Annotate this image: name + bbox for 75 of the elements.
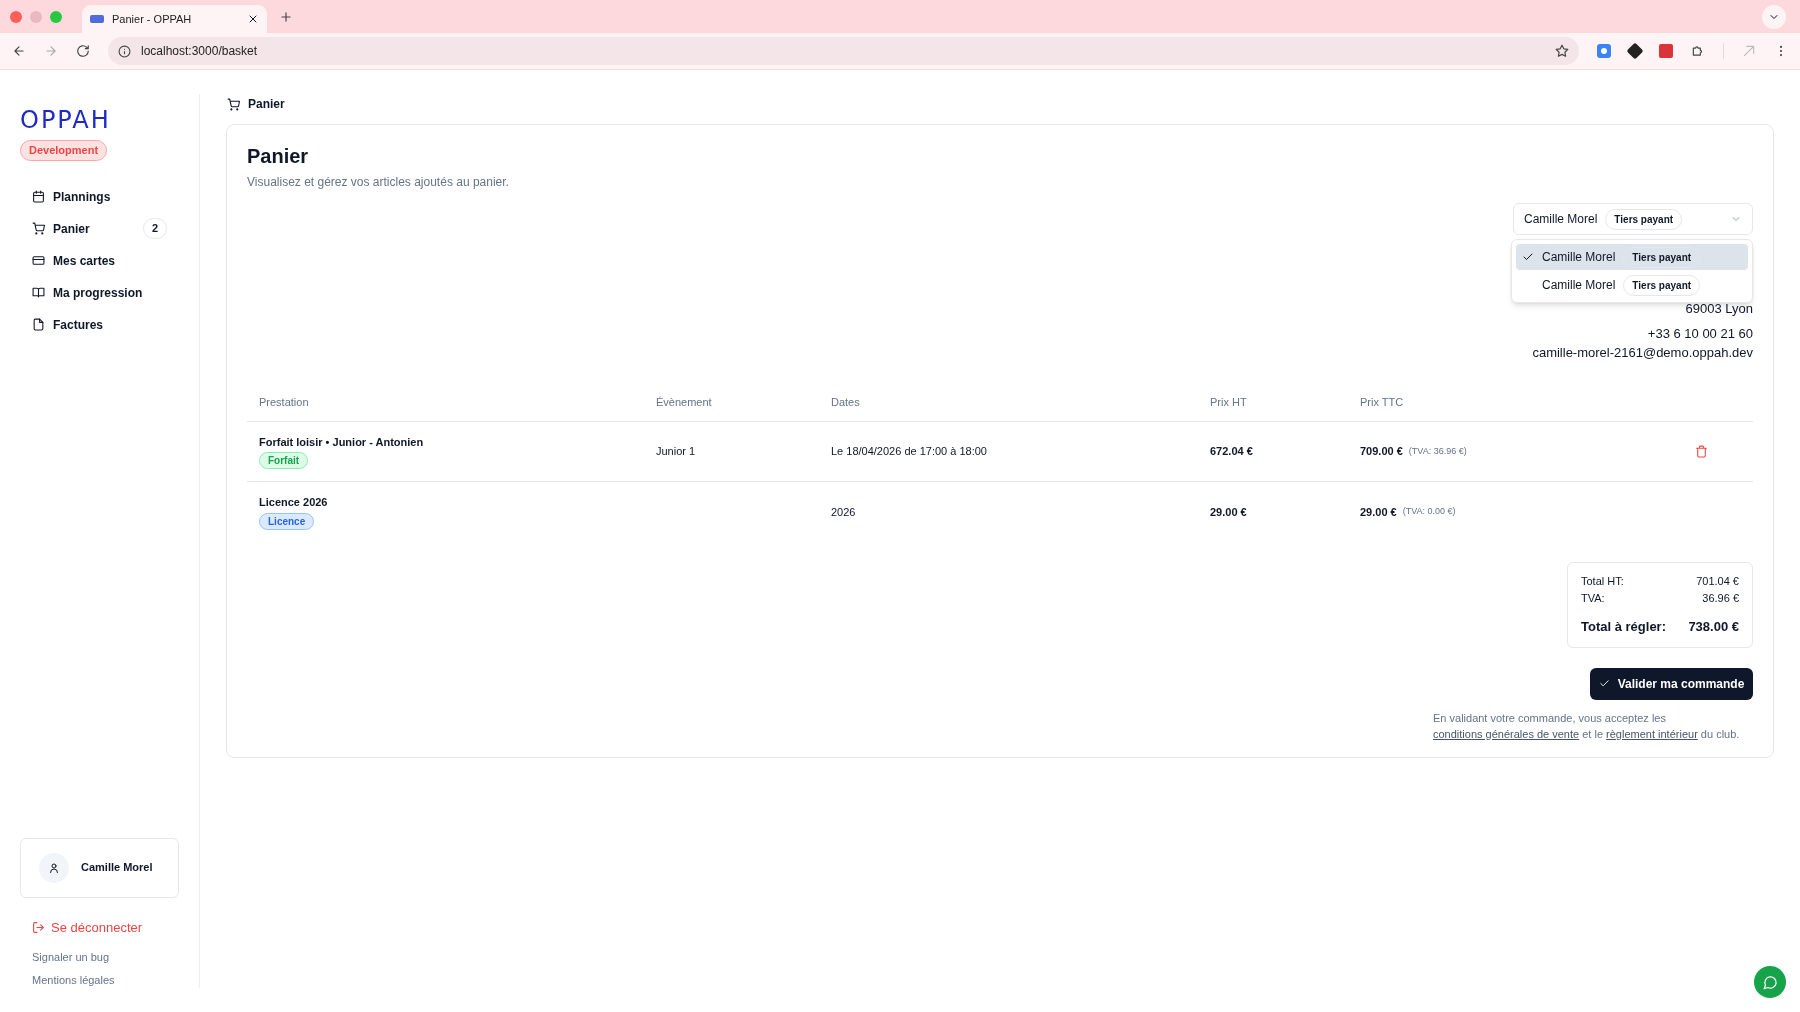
sidebar-item[interactable]: Ma progression	[20, 278, 179, 307]
column-header: Prix HT	[1210, 395, 1248, 411]
tab-title: Panier - OPPAH	[112, 11, 193, 27]
column-header: Prix TTC	[1360, 395, 1405, 411]
close-window-icon[interactable]	[10, 10, 22, 23]
star-icon[interactable]	[1555, 44, 1569, 58]
environment-badge: Development	[20, 140, 108, 161]
total-label: TVA:	[1581, 591, 1605, 606]
page-title: Panier	[247, 144, 310, 169]
new-tab-icon[interactable]	[279, 9, 293, 24]
terms-link[interactable]: règlement intérieur	[1606, 727, 1698, 740]
table-cell-text: 672.04 €	[1210, 444, 1254, 460]
logout-icon	[32, 920, 45, 934]
url-text: localhost:3000/basket	[141, 43, 259, 60]
total-value: 701.04 €	[1696, 574, 1739, 589]
check-icon	[1522, 251, 1534, 263]
file-icon	[32, 318, 45, 331]
sidebar-item[interactable]: Plannings	[20, 182, 179, 211]
cart-icon	[227, 97, 240, 111]
total-label: Total HT:	[1581, 574, 1624, 589]
payer-select[interactable]: Camille Morel Tiers payant	[1513, 203, 1753, 235]
address-line: 69003 Lyon	[1685, 300, 1753, 318]
footer-link[interactable]: Mentions légales	[20, 971, 179, 988]
check-icon	[1598, 678, 1610, 689]
address-line: +33 6 10 00 21 60	[1647, 325, 1753, 343]
sidebar-item[interactable]: Mes cartes	[20, 246, 179, 275]
breadcrumb[interactable]: Panier	[248, 95, 285, 113]
terms-link[interactable]: conditions générales de vente	[1433, 727, 1580, 740]
user-card[interactable]: Camille Morel	[20, 837, 179, 898]
vat-note: (TVA: 0.00 €)	[1402, 505, 1456, 519]
tab-list-button[interactable]	[1762, 4, 1786, 29]
logo: OPPAH	[20, 106, 112, 134]
total-value: 738.00 €	[1688, 618, 1739, 636]
forward-icon[interactable]	[44, 44, 58, 58]
column-header: Évènement	[656, 395, 713, 411]
trash-icon[interactable]	[1694, 445, 1708, 458]
table-cell-text: 29.00 €	[1360, 504, 1397, 520]
reload-icon[interactable]	[76, 44, 90, 58]
card-icon	[32, 254, 45, 267]
table-cell-text: 709.00 €	[1360, 444, 1403, 460]
user-icon	[48, 861, 60, 874]
payer-option[interactable]: Camille Morel Tiers payant	[1516, 244, 1748, 270]
sidebar-item[interactable]: Factures	[20, 310, 179, 339]
table-cell-text: 29.00 €	[1210, 504, 1248, 520]
puzzle-icon[interactable]	[1691, 44, 1705, 58]
table-cell-text: 2026	[831, 504, 857, 520]
cart-icon	[32, 222, 45, 235]
address-line: camille-morel-2161@demo.oppah.dev	[1532, 344, 1753, 362]
table-cell-text: Le 18/04/2026 de 17:00 à 18:00	[831, 444, 988, 460]
item-tag: Licence	[259, 512, 315, 530]
table-cell-text: Junior 1	[656, 444, 697, 460]
item-name: Forfait loisir • Junior - Antonien	[259, 434, 424, 450]
back-icon[interactable]	[12, 44, 26, 58]
page-subtitle: Visualisez et gérez vos articles ajoutés au panier.	[247, 174, 510, 191]
column-header: Prestation	[259, 395, 310, 411]
submit-order-button[interactable]: Valider ma commande	[1590, 667, 1753, 700]
column-header: Dates	[831, 395, 861, 411]
vat-note: (TVA: 36.96 €)	[1408, 444, 1467, 458]
item-name: Licence 2026	[259, 495, 328, 511]
chat-button[interactable]	[1754, 966, 1786, 998]
sidebar-item[interactable]: Panier 2	[20, 214, 179, 243]
footer-link[interactable]: Signaler un bug	[20, 949, 179, 966]
logout-link[interactable]: Se déconnecter	[20, 917, 179, 937]
chat-icon	[1762, 974, 1778, 990]
book-icon	[32, 286, 45, 299]
favicon-icon	[90, 15, 104, 23]
close-icon[interactable]	[247, 13, 259, 25]
browser-tab[interactable]: Panier - OPPAH	[82, 5, 267, 33]
total-label: Total à régler:	[1581, 618, 1666, 636]
info-icon	[118, 44, 131, 58]
item-tag: Forfait	[259, 452, 309, 470]
total-value: 36.96 €	[1702, 591, 1739, 606]
calendar-icon	[32, 190, 45, 203]
address-bar[interactable]: localhost:3000/basket	[108, 37, 1579, 65]
terms-notice: En validant votre commande, vous acceptez les conditions générales de vente et le règlement intérieur du club.	[1433, 710, 1741, 742]
